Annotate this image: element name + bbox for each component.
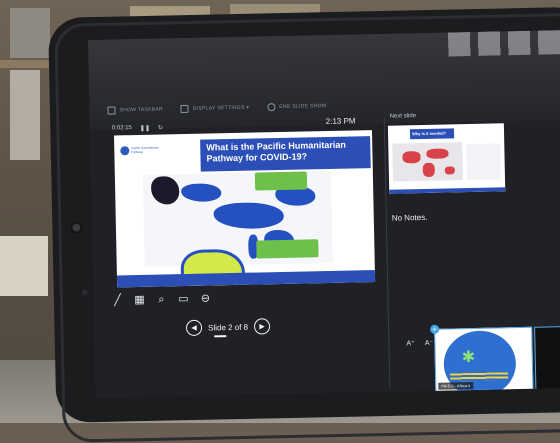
taskbar-icon bbox=[107, 106, 116, 115]
slide-footer bbox=[116, 270, 376, 288]
next-slide-label: Next slide bbox=[389, 113, 417, 120]
palm-tree-icon: ✱ bbox=[461, 348, 476, 367]
slide-callout-top bbox=[254, 171, 308, 191]
waves-graphic bbox=[450, 372, 509, 382]
book bbox=[10, 8, 50, 58]
map-landmass bbox=[150, 176, 180, 205]
clock: 2:13 PM bbox=[325, 116, 356, 127]
slide-tools: ╱ ▦ ⌕ ▭ ⊖ bbox=[111, 292, 211, 307]
previous-slide-button[interactable]: ◀ bbox=[185, 319, 203, 337]
display-settings-label: DISPLAY SETTINGS ▾ bbox=[192, 104, 250, 112]
video-thumbnail[interactable]: ✱ PIFS II - Africa ii bbox=[434, 326, 534, 393]
slide-logo: Pacific Humanitarian Pathway bbox=[120, 144, 162, 157]
paper-stack bbox=[0, 236, 48, 296]
speaker-notes: No Notes. bbox=[391, 212, 428, 223]
presenter-view-screen: SHOW TASKBAR DISPLAY SETTINGS ▾ END SLID… bbox=[88, 29, 560, 398]
sensor-dot bbox=[81, 289, 88, 296]
next-slide-sidebar bbox=[466, 143, 502, 181]
book bbox=[10, 70, 40, 160]
video-thumbnail-second[interactable] bbox=[534, 325, 560, 391]
end-slide-show-button[interactable]: END SLIDE SHOW bbox=[267, 102, 327, 112]
display-icon bbox=[180, 104, 189, 114]
increase-font-icon[interactable]: A⁺ bbox=[406, 339, 415, 347]
more-options-icon[interactable]: ⊖ bbox=[199, 292, 211, 305]
chevron-left-icon: ◀ bbox=[191, 324, 197, 332]
current-slide: Pacific Humanitarian Pathway What is the… bbox=[114, 130, 376, 288]
slide-title: What is the Pacific Humanitarian Pathway… bbox=[206, 139, 346, 164]
next-slide-button[interactable]: ▶ bbox=[253, 318, 271, 335]
next-slide-title: Why is it needed? bbox=[411, 130, 447, 137]
chevron-right-icon: ▶ bbox=[259, 322, 265, 330]
end-show-icon bbox=[267, 103, 276, 112]
slide-progress-bar bbox=[214, 335, 227, 338]
next-slide-preview[interactable]: Why is it needed? bbox=[387, 123, 506, 194]
zoom-icon[interactable]: ⌕ bbox=[155, 293, 167, 305]
slide-navigation: ◀ Slide 2 of 8 ▶ bbox=[185, 318, 271, 337]
see-all-slides-icon[interactable]: ▦ bbox=[133, 294, 145, 306]
map-landmass bbox=[181, 183, 222, 203]
decrease-font-icon[interactable]: A⁻ bbox=[425, 339, 434, 347]
end-slide-show-label: END SLIDE SHOW bbox=[279, 103, 327, 111]
next-slide-world-map bbox=[392, 142, 464, 182]
next-slide-footer bbox=[389, 187, 506, 194]
screen-icon[interactable]: ▭ bbox=[177, 293, 189, 305]
notes-font-controls: A⁺ A⁻ bbox=[406, 339, 433, 348]
slide-logo-text: Pacific Humanitarian Pathway bbox=[131, 145, 159, 154]
slide-callout-bottom bbox=[256, 239, 319, 259]
pen-icon[interactable]: ╱ bbox=[111, 294, 123, 306]
pause-icon[interactable]: ❚❚ bbox=[140, 124, 150, 131]
presenter-toolbar: SHOW TASKBAR DISPLAY SETTINGS ▾ END SLID… bbox=[107, 97, 327, 120]
show-taskbar-button[interactable]: SHOW TASKBAR bbox=[107, 105, 163, 115]
restart-icon[interactable]: ↻ bbox=[158, 124, 163, 131]
elapsed-time: 0:02:15 bbox=[111, 125, 132, 132]
display-settings-button[interactable]: DISPLAY SETTINGS ▾ bbox=[180, 104, 250, 114]
thumbnail-label: PIFS II - Africa ii bbox=[438, 382, 474, 390]
map-landmass bbox=[213, 201, 284, 230]
show-taskbar-label: SHOW TASKBAR bbox=[119, 106, 163, 114]
slide-counter: Slide 2 of 8 bbox=[207, 322, 249, 333]
photo-scene: SHOW TASKBAR DISPLAY SETTINGS ▾ END SLID… bbox=[0, 0, 560, 443]
